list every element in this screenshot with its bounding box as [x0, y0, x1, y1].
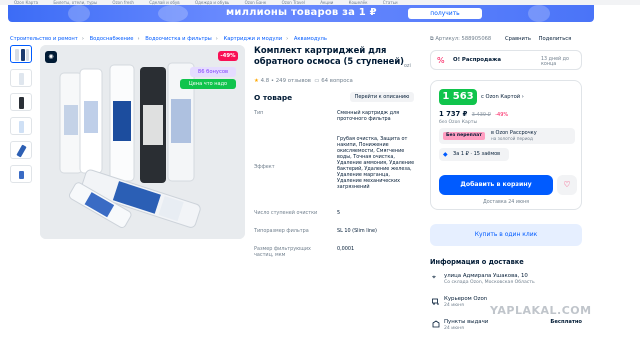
banner-decoration: [68, 5, 90, 22]
location-pin-icon: ⌖: [432, 273, 436, 281]
spec-key: Размер фильтрующих частиц, мкм: [254, 246, 311, 258]
rating-row[interactable]: ★ 4.8 • 249 отзывов ▭ 64 вопроса: [254, 78, 353, 84]
banner-decoration: [528, 5, 550, 22]
spec-value: Сменный картридж для проточного фильтра: [337, 110, 400, 122]
diamond-icon: ◆: [443, 151, 448, 158]
rating-value: 4.8: [260, 78, 270, 84]
watermark: YAPLAKAL.COM: [490, 304, 592, 317]
card-price: 1 563 ₽: [439, 89, 477, 118]
thumbnail[interactable]: [10, 69, 32, 87]
bonus-badge[interactable]: 86 бонусов: [190, 67, 236, 77]
delivery-option-date: 24 июня: [444, 303, 464, 308]
no-card-label: без Ozon Карты: [439, 120, 478, 125]
brand-logo: ◉: [45, 51, 57, 63]
pickup-point-icon: [432, 320, 440, 328]
compare-button[interactable]: Сравнить: [505, 36, 531, 42]
buy-one-click-button[interactable]: Купить в один клик: [430, 224, 582, 246]
old-price: 3 439 ₽: [471, 112, 491, 118]
installment-option[interactable]: Без переплат в Ozon Рассрочку на золотой…: [439, 128, 575, 144]
breadcrumb-item[interactable]: Аквамодуль: [294, 36, 327, 42]
questions-link[interactable]: 64 вопроса: [321, 78, 353, 84]
sale-promo[interactable]: % О! Распродажа 13 дней до конца: [430, 50, 582, 70]
breadcrumb: Строительство и ремонт › Водоснабжение › В…: [10, 36, 327, 42]
thumbnail[interactable]: [10, 141, 32, 159]
delivery-option-title: Пункты выдачи: [444, 319, 489, 325]
breadcrumb-item[interactable]: Водоснабжение: [90, 36, 134, 42]
thumbnail[interactable]: [10, 165, 32, 183]
go-to-description-button[interactable]: Перейти к описанию: [350, 92, 414, 102]
spec-value: SL 10 (Slim line): [337, 228, 377, 234]
banner-title: миллионы товаров за 1 ₽: [226, 7, 377, 18]
spec-value: 5: [337, 210, 341, 216]
regular-price-row: 1 737 ₽ 3 439 ₽ -49%: [439, 110, 508, 118]
delivery-option-title: Курьером Ozon: [444, 296, 488, 302]
thumbnail[interactable]: [10, 117, 32, 135]
delivery-date: Доставка 24 июня: [482, 200, 530, 205]
copy-icon: ⧉: [430, 36, 434, 42]
address-region: Со склада Ozon, Московская Область: [444, 280, 535, 285]
banner-get-button[interactable]: получить: [408, 8, 482, 19]
regular-price: 1 737 ₽: [439, 110, 468, 118]
spec-key: Число ступеней очистки: [254, 210, 318, 216]
breadcrumb-item[interactable]: Картриджи и модули: [224, 36, 283, 42]
page-title: Комплект картриджей для обратного осмоса…: [254, 45, 405, 66]
split-option[interactable]: ◆ За 1 ₽ · 15 заёмов: [439, 148, 509, 161]
more-icon[interactable]: ozi: [404, 64, 411, 69]
reviews-link[interactable]: 249 отзывов: [276, 78, 311, 84]
spec-key: Тип: [254, 110, 264, 116]
spec-key: Эффект: [254, 164, 275, 170]
courier-icon: [432, 298, 439, 305]
price-card: 1 563 ₽ с Ozon Картой › 1 737 ₽ 3 439 ₽ …: [430, 80, 582, 210]
sku-text: Артикул: 588905068: [435, 36, 492, 42]
installment-subtitle: на золотой период: [491, 136, 533, 141]
delivery-option-date: 24 июня: [444, 326, 464, 331]
delivery-option-price: Бесплатно: [550, 319, 582, 325]
address-line: улица Адмирала Ушакова, 10: [444, 273, 528, 279]
sale-title: О! Распродажа: [453, 57, 501, 63]
add-to-cart-button[interactable]: Добавить в корзину: [439, 175, 553, 195]
star-icon: ★: [254, 78, 259, 84]
banner-decoration: [158, 5, 188, 22]
thumbnail-list: [10, 45, 34, 189]
discount-badge: -49%: [218, 51, 238, 61]
sale-days-left: 13 дней до конца: [541, 57, 569, 67]
breadcrumb-item[interactable]: Водоочистка и фильтры: [145, 36, 212, 42]
thumbnail[interactable]: [10, 93, 32, 111]
favorite-heart-icon[interactable]: ♡: [557, 175, 577, 195]
card-price-label-text: с Ozon Картой: [481, 94, 521, 100]
thumbnail[interactable]: [10, 45, 32, 63]
installment-badge: Без переплат: [443, 132, 485, 140]
price-percent: -49%: [495, 112, 509, 118]
product-actions: Сравнить Поделиться: [505, 36, 577, 42]
breadcrumb-item[interactable]: Строительство и ремонт: [10, 36, 78, 42]
card-price-label[interactable]: с Ozon Картой ›: [481, 94, 524, 100]
about-title: О товаре: [254, 93, 293, 102]
share-button[interactable]: Поделиться: [539, 36, 572, 42]
promo-banner[interactable]: миллионы товаров за 1 ₽ получить: [8, 5, 594, 22]
chat-icon: ▭: [314, 78, 320, 84]
spec-key: Типоразмер фильтра: [254, 228, 309, 234]
spec-value: 0,0001: [337, 246, 355, 252]
delivery-option[interactable]: Пункты выдачи 24 июня Бесплатно: [432, 319, 582, 335]
delivery-info-title: Информация о доставке: [430, 258, 524, 266]
split-text: За 1 ₽ · 15 заёмов: [453, 151, 501, 157]
chevron-right-icon: ›: [521, 94, 524, 100]
spec-value: Грубая очистка, Защита от накипи, Пониже…: [337, 136, 415, 190]
good-price-badge[interactable]: Цена что надо: [180, 79, 236, 89]
sku-label[interactable]: ⧉ Артикул: 588905068: [430, 36, 491, 43]
percent-icon: %: [437, 56, 445, 65]
